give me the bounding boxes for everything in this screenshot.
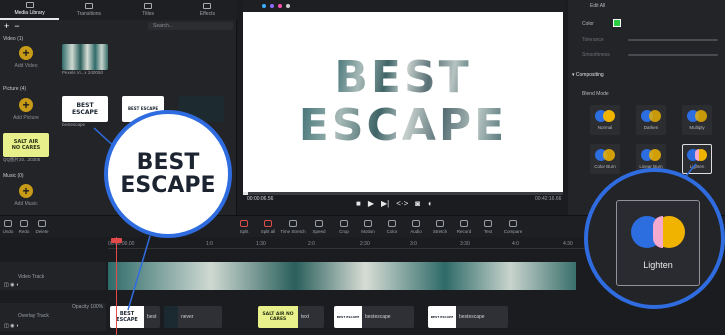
lighten-blend-preview[interactable]: Lighten xyxy=(616,200,700,286)
callout-line xyxy=(685,163,697,177)
lighten-label: Lighten xyxy=(643,260,673,270)
zoom-callout-bestescape: BEST ESCAPE xyxy=(104,110,232,238)
callout-line xyxy=(127,235,151,311)
lighten-circles-icon xyxy=(631,216,685,248)
